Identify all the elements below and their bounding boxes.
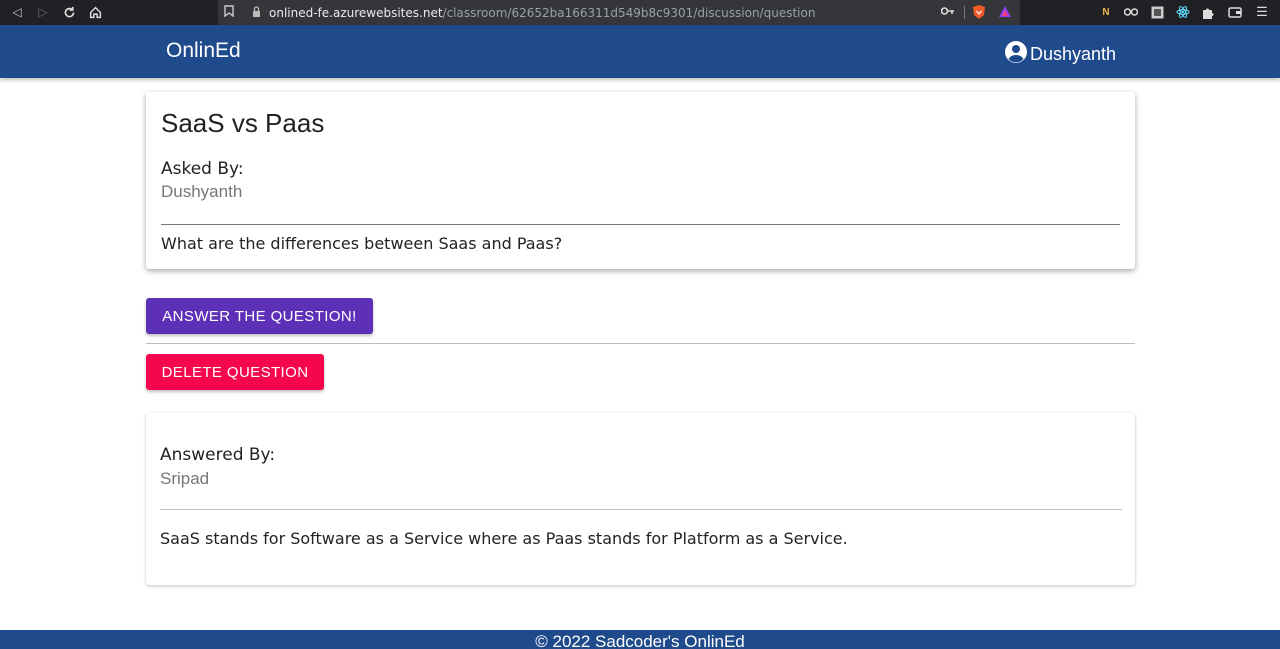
extension-n-icon[interactable]: N — [1098, 4, 1114, 20]
answer-divider — [160, 509, 1122, 510]
bookmark-icon[interactable] — [224, 5, 238, 20]
extensions-puzzle-icon[interactable] — [1200, 4, 1216, 20]
toolbar-separator — [964, 6, 965, 19]
question-body: What are the differences between Saas an… — [161, 234, 563, 253]
footer-text: © 2022 Sadcoder's OnlinEd — [535, 632, 745, 649]
asked-by-label: Asked By: — [161, 159, 244, 179]
section-divider — [146, 343, 1135, 344]
browser-toolbar: ◁ ▷ onlined-fe.azurewebsites.net/classro… — [0, 0, 1280, 25]
answer-card: Answered By: Sripad SaaS stands for Soft… — [146, 413, 1135, 585]
asked-by-name: Dushyanth — [161, 182, 243, 201]
brave-shield-icon[interactable] — [972, 4, 986, 23]
wallet-icon[interactable] — [1227, 4, 1243, 20]
page-footer: © 2022 Sadcoder's OnlinEd — [0, 630, 1280, 649]
url-host: onlined-fe.azurewebsites.net — [269, 5, 443, 20]
question-card: SaaS vs Paas Asked By: Dushyanth What ar… — [146, 92, 1135, 269]
app-header: OnlinEd Dushyanth — [0, 25, 1280, 78]
lock-icon — [252, 5, 261, 20]
back-icon[interactable]: ◁ — [8, 3, 26, 21]
brand-logo-text[interactable]: OnlinEd — [166, 39, 241, 63]
url-path: /classroom/62652ba166311d549b8c9301/disc… — [442, 5, 816, 20]
user-menu[interactable]: Dushyanth — [1004, 40, 1116, 69]
key-icon[interactable] — [940, 5, 955, 19]
home-icon[interactable] — [86, 3, 104, 21]
brave-rewards-icon[interactable] — [998, 5, 1012, 21]
forward-icon[interactable]: ▷ — [34, 3, 52, 21]
answered-by-name: Sripad — [160, 469, 210, 488]
account-circle-icon — [1004, 40, 1030, 69]
reload-icon[interactable] — [60, 3, 78, 21]
user-name: Dushyanth — [1030, 44, 1117, 64]
answer-question-button[interactable]: ANSWER THE QUESTION! — [146, 298, 373, 334]
question-title: SaaS vs Paas — [161, 108, 325, 138]
react-devtools-icon[interactable] — [1175, 4, 1191, 20]
answer-body: SaaS stands for Software as a Service wh… — [160, 529, 848, 548]
menu-icon[interactable]: ☰ — [1254, 4, 1270, 20]
address-bar[interactable]: onlined-fe.azurewebsites.net/classroom/6… — [218, 0, 1020, 25]
extension-image-icon[interactable] — [1149, 4, 1165, 20]
delete-question-button[interactable]: DELETE QUESTION — [146, 354, 324, 390]
extension-glasses-icon[interactable] — [1123, 4, 1139, 20]
answered-by-label: Answered By: — [160, 445, 276, 465]
question-divider — [161, 224, 1120, 225]
